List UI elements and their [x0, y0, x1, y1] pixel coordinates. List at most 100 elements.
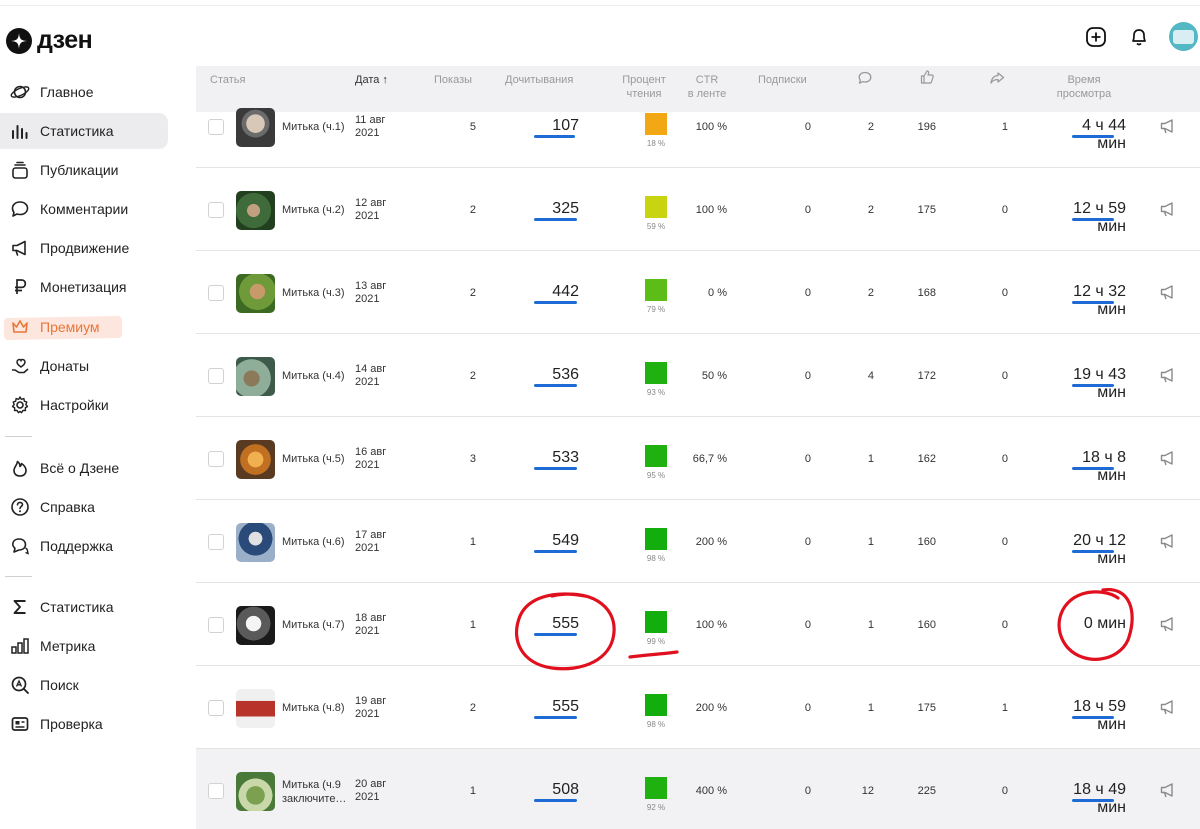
table-row[interactable]: Митька (ч.7) 18 авг 2021 1 555 99 % 100 …	[196, 583, 1200, 666]
read-percent-value: 98 %	[646, 554, 666, 563]
sidebar-item-settings[interactable]: Настройки	[0, 387, 168, 423]
sidebar-item-metrika[interactable]: Метрика	[0, 628, 168, 664]
row-checkbox[interactable]	[208, 700, 224, 716]
reads-bar	[534, 633, 577, 636]
article-title[interactable]: Митька (ч.5)	[282, 452, 350, 466]
table-row[interactable]: Митька (ч.5) 16 авг 2021 3 533 95 % 66,7…	[196, 417, 1200, 500]
sidebar-item-label: Проверка	[40, 716, 103, 732]
table-row[interactable]: Митька (ч.3) 13 авг 2021 2 442 79 % 0 % …	[196, 251, 1200, 334]
table-row[interactable]: Митька (ч.6) 17 авг 2021 1 549 98 % 200 …	[196, 500, 1200, 583]
view-time-cell: 18 ч 8 мин	[1056, 449, 1126, 485]
column-header-read-percent[interactable]: Процент чтения	[616, 73, 672, 101]
read-percent-indicator	[645, 196, 667, 218]
read-percent-indicator	[645, 528, 667, 550]
sidebar-item-monetization[interactable]: Монетизация	[0, 269, 168, 305]
row-checkbox[interactable]	[208, 202, 224, 218]
article-thumbnail[interactable]	[236, 357, 275, 396]
table-row[interactable]: Митька (ч.1) 11 авг 2021 5 107 18 % 100 …	[196, 108, 1200, 168]
article-title[interactable]: Митька (ч.9 заключите…	[282, 778, 350, 806]
column-header-reads[interactable]: Дочитывания	[505, 73, 573, 87]
article-thumbnail[interactable]	[236, 440, 275, 479]
sidebar-item-label: Поддержка	[40, 538, 114, 554]
comments-value: 1	[867, 619, 874, 631]
promote-megaphone-icon[interactable]	[1159, 449, 1179, 469]
sidebar-item-check[interactable]: Проверка	[0, 706, 168, 742]
promote-megaphone-icon[interactable]	[1159, 615, 1179, 635]
promote-megaphone-icon[interactable]	[1159, 698, 1179, 718]
sidebar-item-about-dzen[interactable]: Всё о Дзене	[0, 450, 168, 486]
row-checkbox[interactable]	[208, 368, 224, 384]
shares-value: 0	[1001, 536, 1008, 548]
row-checkbox[interactable]	[208, 783, 224, 799]
date-year: 2021	[355, 542, 380, 554]
sidebar-item-comments[interactable]: Комментарии	[0, 191, 168, 227]
article-thumbnail[interactable]	[236, 606, 275, 645]
promote-megaphone-icon[interactable]	[1159, 781, 1179, 801]
sidebar-item-support[interactable]: Поддержка	[0, 528, 168, 564]
column-header-comments[interactable]	[857, 70, 873, 90]
row-checkbox[interactable]	[208, 617, 224, 633]
article-title[interactable]: Митька (ч.6)	[282, 535, 350, 549]
table-row[interactable]: Митька (ч.8) 19 авг 2021 2 555 98 % 200 …	[196, 666, 1200, 749]
sidebar-item-search[interactable]: Поиск	[0, 667, 168, 703]
column-header-ctr[interactable]: CTR в ленте	[685, 73, 729, 101]
article-thumbnail[interactable]	[236, 191, 275, 230]
reads-cell: 555	[534, 615, 579, 636]
sidebar-item-promotion[interactable]: Продвижение	[0, 230, 168, 266]
promote-megaphone-icon[interactable]	[1159, 366, 1179, 386]
article-thumbnail[interactable]	[236, 523, 275, 562]
reads-value: 533	[552, 449, 579, 466]
row-checkbox[interactable]	[208, 534, 224, 550]
promote-megaphone-icon[interactable]	[1159, 283, 1179, 303]
article-title[interactable]: Митька (ч.3)	[282, 286, 350, 300]
shares-value: 0	[1001, 370, 1008, 382]
subscriptions-value: 0	[804, 204, 811, 216]
sidebar-item-main[interactable]: Главное	[0, 74, 168, 110]
create-plus-icon[interactable]	[1083, 24, 1109, 50]
bell-icon[interactable]	[1126, 24, 1152, 50]
row-checkbox[interactable]	[208, 119, 224, 135]
sidebar-item-publications[interactable]: Публикации	[0, 152, 168, 188]
metrika-icon	[9, 636, 30, 657]
article-thumbnail[interactable]	[236, 108, 275, 147]
sidebar-item-label: Справка	[40, 499, 95, 515]
article-title[interactable]: Митька (ч.2)	[282, 203, 350, 217]
sidebar-item-statistics[interactable]: Статистика	[0, 113, 168, 149]
subscriptions-value: 0	[804, 619, 811, 631]
promote-megaphone-icon[interactable]	[1159, 200, 1179, 220]
article-thumbnail[interactable]	[236, 274, 275, 313]
reads-bar	[534, 550, 577, 553]
article-thumbnail[interactable]	[236, 772, 275, 811]
sidebar-item-help[interactable]: Справка	[0, 489, 168, 525]
reads-bar	[534, 467, 577, 470]
table-row[interactable]: Митька (ч.9 заключите… 20 авг 2021 1 508…	[196, 749, 1200, 829]
view-time-cell: 20 ч 12 мин	[1056, 532, 1126, 568]
date-day: 14 авг	[355, 363, 387, 375]
table-row[interactable]: Митька (ч.4) 14 авг 2021 2 536 93 % 50 %…	[196, 334, 1200, 417]
sidebar-item-donations[interactable]: Донаты	[0, 348, 168, 384]
column-header-view-time[interactable]: Время просмотра	[1051, 73, 1117, 101]
column-header-likes[interactable]	[919, 69, 935, 89]
article-thumbnail[interactable]	[236, 689, 275, 728]
dzen-logo[interactable]: дзен	[6, 26, 93, 55]
row-checkbox[interactable]	[208, 285, 224, 301]
sidebar-item-premium[interactable]: Премиум	[0, 309, 168, 345]
column-header-subscriptions[interactable]: Подписки	[758, 73, 807, 87]
promote-megaphone-icon[interactable]	[1159, 532, 1179, 552]
sidebar-item-tool-statistics[interactable]: Статистика	[0, 589, 168, 625]
article-title[interactable]: Митька (ч.8)	[282, 701, 350, 715]
article-title[interactable]: Митька (ч.1)	[282, 120, 350, 134]
date-year: 2021	[355, 210, 380, 222]
table-row[interactable]: Митька (ч.2) 12 авг 2021 2 325 59 % 100 …	[196, 168, 1200, 251]
user-avatar[interactable]	[1169, 22, 1198, 51]
column-header-date[interactable]: Дата ↑	[355, 73, 388, 87]
reads-value: 549	[552, 532, 579, 549]
article-title[interactable]: Митька (ч.7)	[282, 618, 350, 632]
row-checkbox[interactable]	[208, 451, 224, 467]
check-card-icon	[9, 714, 30, 735]
article-title[interactable]: Митька (ч.4)	[282, 369, 350, 383]
column-header-article[interactable]: Статья	[210, 73, 245, 87]
promote-megaphone-icon[interactable]	[1159, 117, 1179, 137]
column-header-shares[interactable]	[989, 70, 1005, 90]
column-header-shows[interactable]: Показы	[434, 73, 472, 87]
